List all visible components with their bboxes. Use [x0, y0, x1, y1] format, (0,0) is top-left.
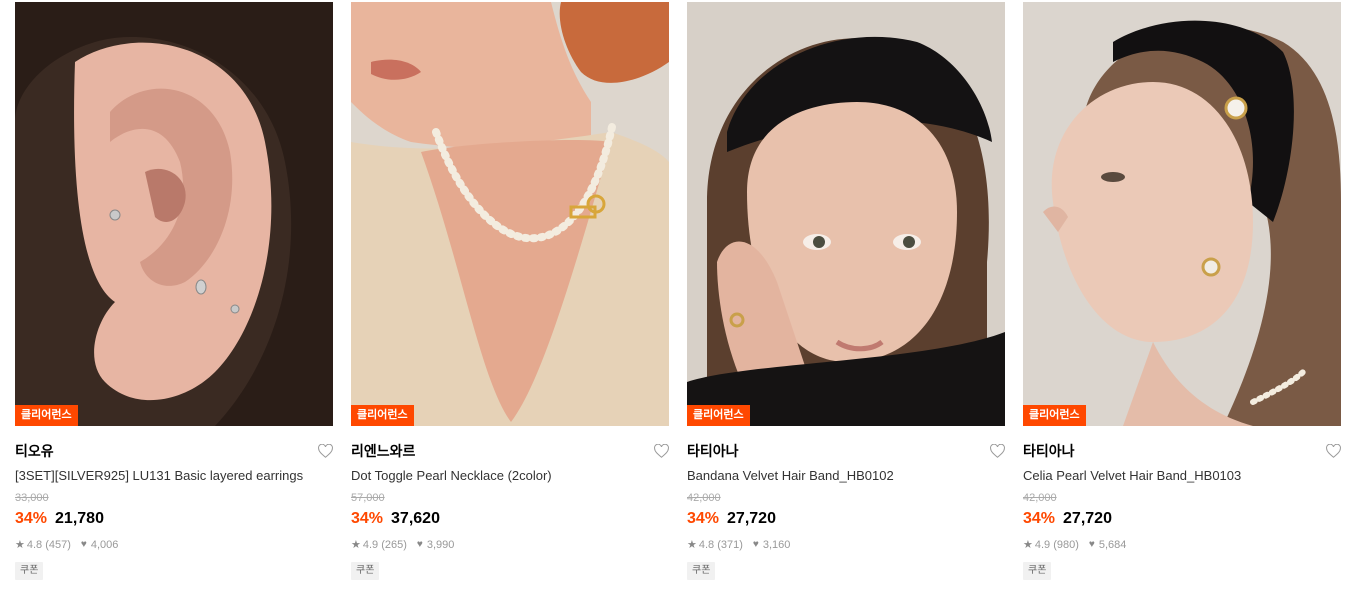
like-count: 3,160	[762, 539, 791, 551]
rating-text: 4.9 (265)	[362, 539, 407, 551]
product-grid: 클리어런스 티오유 [3SET][SILVER925] LU131 Basic …	[0, 0, 1348, 601]
rating-text: 4.8 (371)	[698, 539, 743, 551]
brand-name[interactable]: 리엔느와르	[351, 441, 415, 461]
original-price: 42,000	[687, 492, 721, 504]
product-name[interactable]: Bandana Velvet Hair Band_HB0102	[687, 468, 1005, 484]
original-price: 57,000	[351, 492, 385, 504]
coupon-tag: 쿠폰	[1023, 562, 1052, 580]
brand-name[interactable]: 타티아나	[687, 441, 739, 461]
clearance-badge: 클리어런스	[15, 405, 78, 426]
clearance-badge: 클리어런스	[1023, 405, 1086, 426]
like-count: 3,990	[426, 539, 455, 551]
product-card[interactable]: 클리어런스 타티아나 Bandana Velvet Hair Band_HB01…	[687, 2, 1005, 580]
product-card[interactable]: 클리어런스 타티아나 Celia Pearl Velvet Hair Band_…	[1023, 2, 1341, 580]
product-card[interactable]: 클리어런스 리엔느와르 Dot Toggle Pearl Necklace (2…	[351, 2, 669, 580]
product-image[interactable]: 클리어런스	[1023, 2, 1341, 426]
rating-text: 4.9 (980)	[1034, 539, 1079, 551]
product-card[interactable]: 클리어런스 티오유 [3SET][SILVER925] LU131 Basic …	[15, 2, 333, 580]
discount-rate: 34%	[351, 510, 384, 527]
star-icon: ★	[15, 539, 25, 551]
original-price: 33,000	[15, 492, 49, 504]
wishlist-heart-icon[interactable]	[317, 443, 333, 459]
product-name[interactable]: Celia Pearl Velvet Hair Band_HB0103	[1023, 468, 1341, 484]
discount-rate: 34%	[1023, 510, 1056, 527]
like-count: 4,006	[90, 539, 119, 551]
like-count-heart-icon: ♥	[1088, 539, 1095, 550]
like-count-heart-icon: ♥	[416, 539, 423, 550]
star-icon: ★	[687, 539, 697, 551]
product-image[interactable]: 클리어런스	[15, 2, 333, 426]
coupon-tag: 쿠폰	[687, 562, 716, 580]
product-image[interactable]: 클리어런스	[351, 2, 669, 426]
discount-rate: 34%	[15, 510, 48, 527]
product-name[interactable]: Dot Toggle Pearl Necklace (2color)	[351, 468, 669, 484]
product-name[interactable]: [3SET][SILVER925] LU131 Basic layered ea…	[15, 468, 333, 484]
like-count-heart-icon: ♥	[752, 539, 759, 550]
discount-rate: 34%	[687, 510, 720, 527]
wishlist-heart-icon[interactable]	[1325, 443, 1341, 459]
original-price: 42,000	[1023, 492, 1057, 504]
clearance-badge: 클리어런스	[351, 405, 414, 426]
star-icon: ★	[351, 539, 361, 551]
brand-name[interactable]: 타티아나	[1023, 441, 1075, 461]
wishlist-heart-icon[interactable]	[653, 443, 669, 459]
product-image[interactable]: 클리어런스	[687, 2, 1005, 426]
coupon-tag: 쿠폰	[15, 562, 44, 580]
sale-price: 27,720	[1063, 510, 1112, 527]
sale-price: 27,720	[727, 510, 776, 527]
coupon-tag: 쿠폰	[351, 562, 380, 580]
rating-text: 4.8 (457)	[26, 539, 71, 551]
like-count: 5,684	[1098, 539, 1127, 551]
brand-name[interactable]: 티오유	[15, 441, 54, 461]
sale-price: 21,780	[55, 510, 104, 527]
clearance-badge: 클리어런스	[687, 405, 750, 426]
wishlist-heart-icon[interactable]	[989, 443, 1005, 459]
star-icon: ★	[1023, 539, 1033, 551]
sale-price: 37,620	[391, 510, 440, 527]
like-count-heart-icon: ♥	[80, 539, 87, 550]
